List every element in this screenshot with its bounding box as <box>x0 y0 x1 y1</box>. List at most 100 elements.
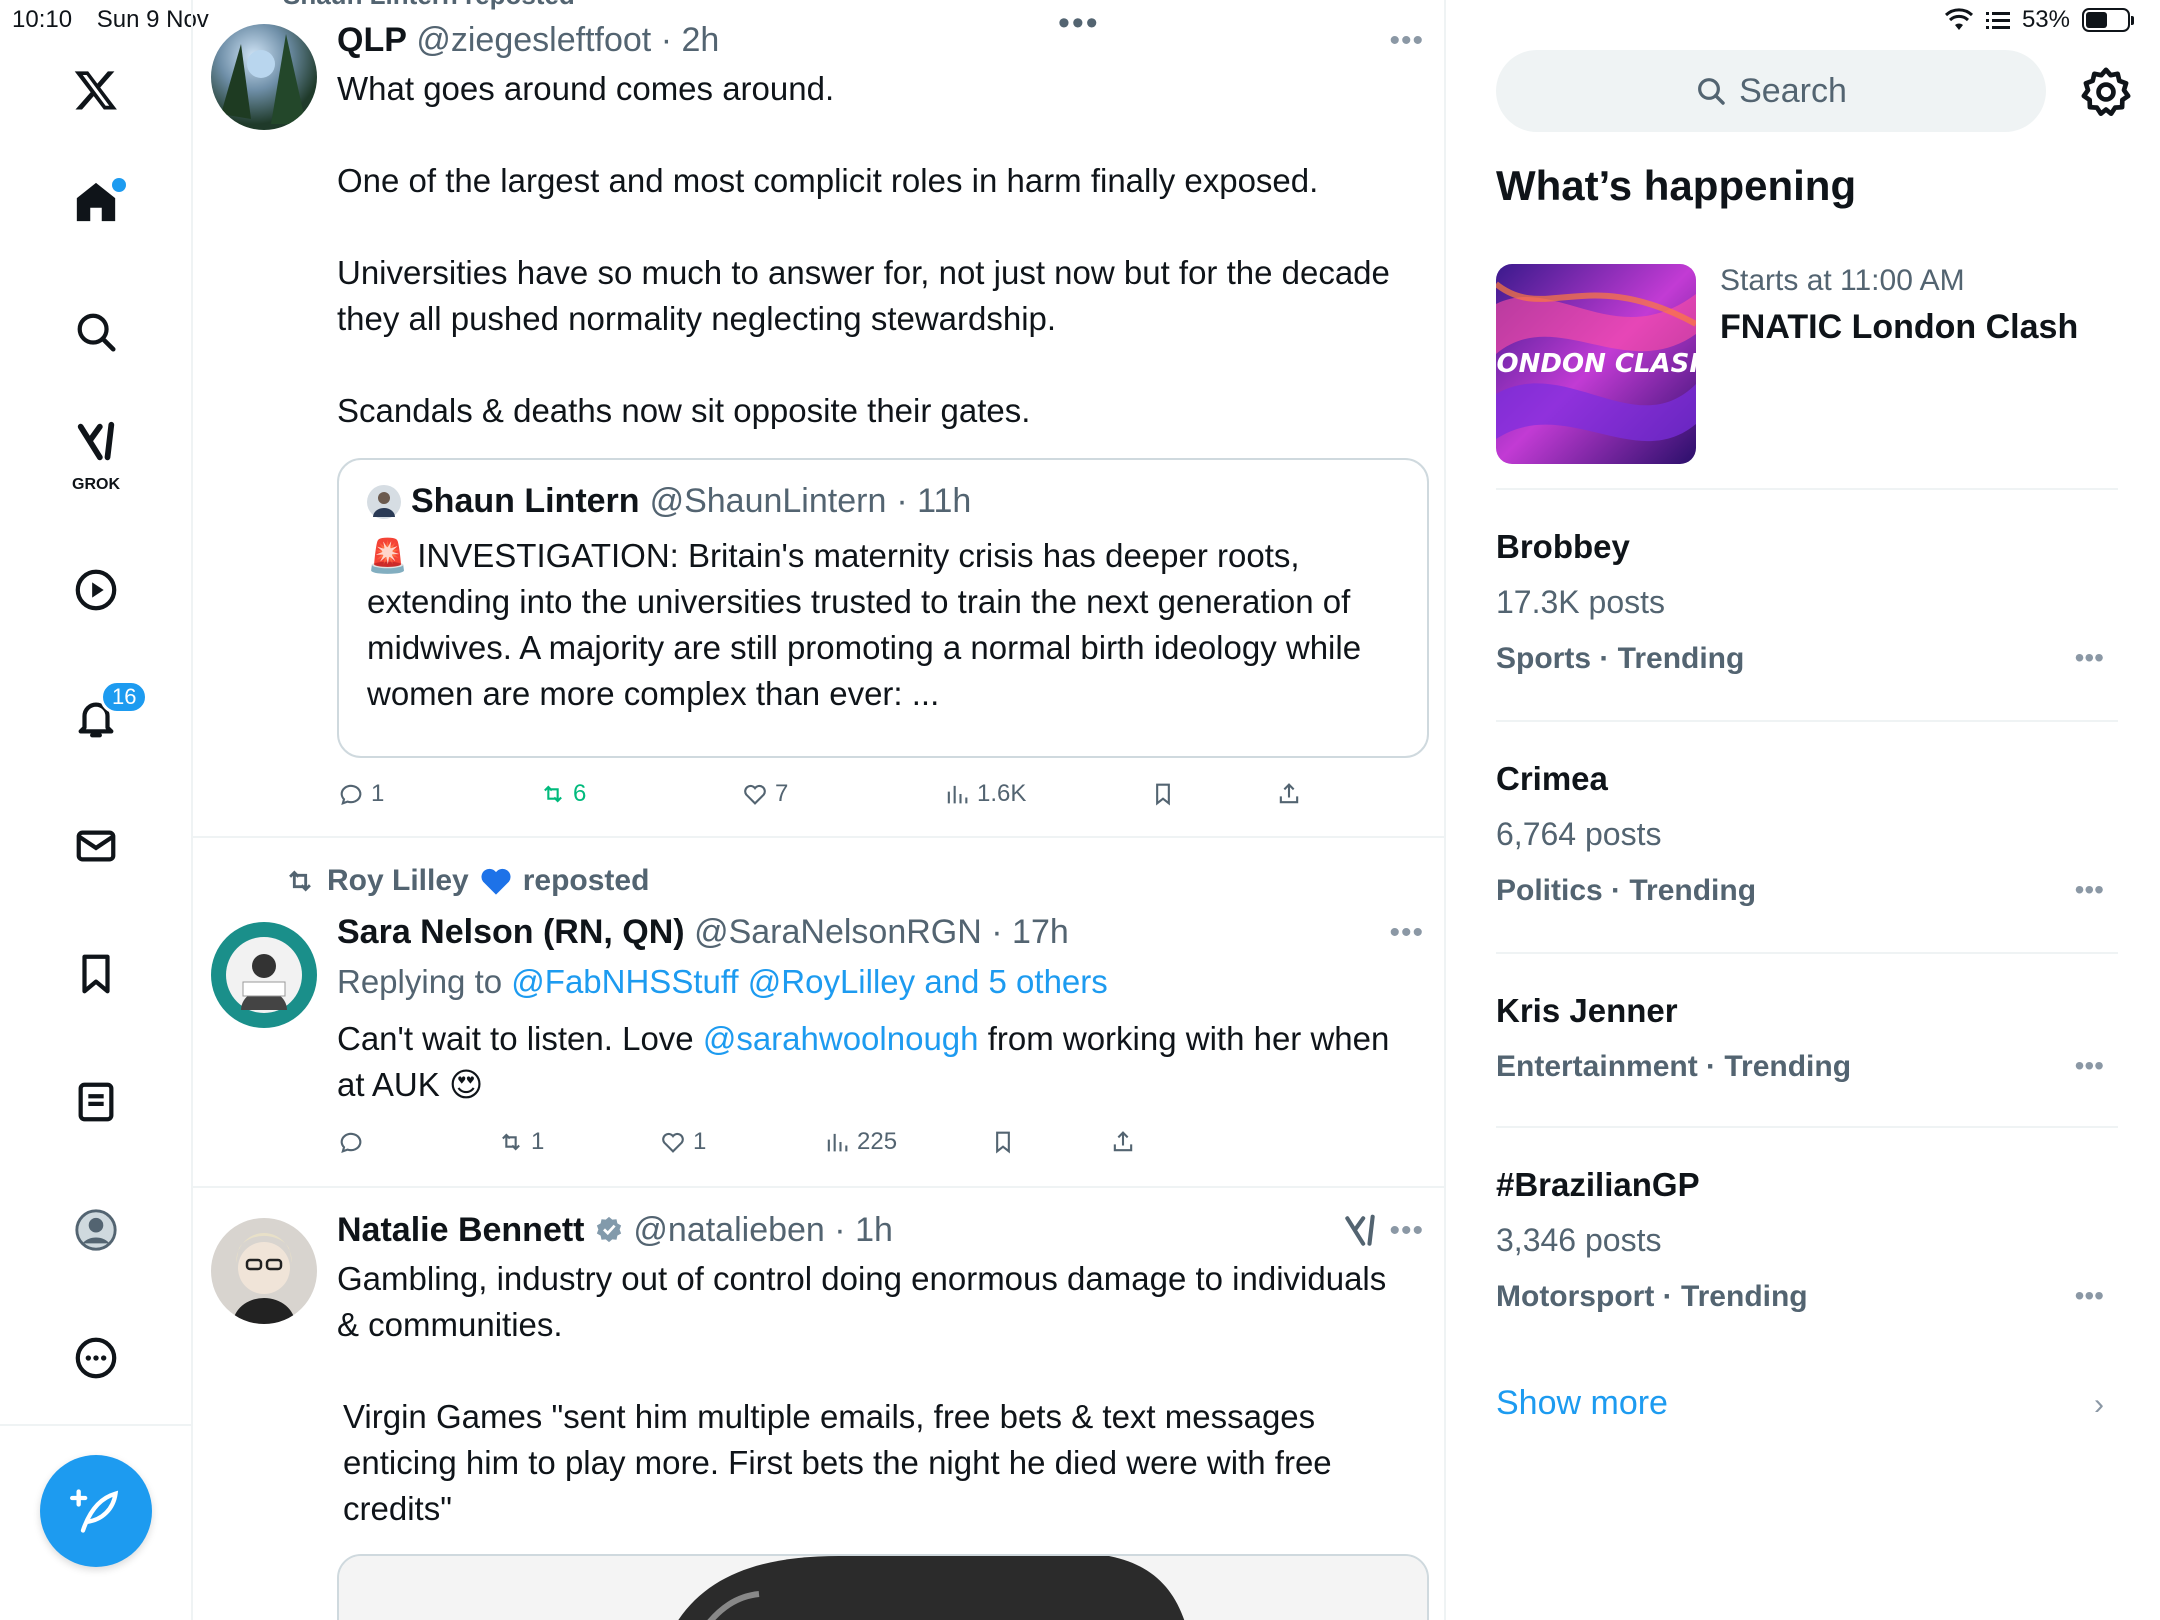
mail-icon <box>76 830 116 862</box>
display-name[interactable]: Natalie Bennett <box>337 1211 585 1249</box>
view-count: 225 <box>857 1128 898 1155</box>
avatar-icon <box>75 1209 117 1251</box>
compose-icon <box>70 1489 119 1533</box>
trend-more-icon[interactable]: ••• <box>2075 874 2104 906</box>
tweet-body: QLP @ziegesleftfoot · 2h What goes aroun… <box>337 18 1412 434</box>
avatar[interactable] <box>211 24 317 130</box>
reply-button[interactable]: 1 <box>337 780 384 808</box>
trend-item[interactable]: Kris Jenner Entertainment · Trending ••• <box>1496 954 2118 1128</box>
sidebar-item-notifications[interactable]: 16 <box>48 670 149 766</box>
tweet-text: Can't wait to listen. Love @sarahwoolnou… <box>337 1016 1412 1108</box>
tweet-media[interactable] <box>337 1554 1429 1620</box>
trend-more-icon[interactable]: ••• <box>2075 1050 2104 1082</box>
sidebar-item-explore[interactable] <box>48 284 144 380</box>
bookmark-button[interactable] <box>1149 780 1177 808</box>
quote-display-name[interactable]: Shaun Lintern <box>411 482 640 521</box>
quote-handle[interactable]: @ShaunLintern <box>650 482 887 521</box>
timestamp[interactable]: · 17h <box>991 913 1069 951</box>
sidebar-item-profile[interactable] <box>48 1182 144 1278</box>
search-input[interactable]: Search <box>1496 50 2046 132</box>
avatar[interactable] <box>211 922 317 1028</box>
timestamp[interactable]: · 1h <box>834 1211 893 1249</box>
quote-avatar <box>367 484 401 519</box>
tweet-paragraph: Virgin Games "sent him multiple emails, … <box>343 1398 1332 1527</box>
tweet[interactable]: Roy Lilley reposted Sara Nelson (RN, QN)… <box>193 838 1444 1188</box>
event-subtitle: Starts at 11:00 AM <box>1720 264 1965 297</box>
display-name[interactable]: Sara Nelson (RN, QN) <box>337 913 685 951</box>
mention-link[interactable]: @sarahwoolnough <box>703 1020 979 1057</box>
repost-by[interactable]: Roy Lilley <box>327 864 469 898</box>
trend-name: #BrazilianGP <box>1496 1166 1700 1203</box>
repost-button[interactable]: 1 <box>497 1128 544 1156</box>
repost-icon <box>502 1133 520 1151</box>
views-icon <box>947 785 968 804</box>
sidebar-item-lists[interactable] <box>48 1054 144 1150</box>
tweet[interactable]: Shaun Lintern reposted QLP @ziegesleftfo… <box>193 0 1444 838</box>
list-icon <box>78 1082 114 1122</box>
sidebar-item-messages[interactable] <box>48 798 144 894</box>
reply-icon <box>340 784 362 806</box>
trend-item[interactable]: #BrazilianGP 3,346 posts Motorsport · Tr… <box>1496 1128 2118 1360</box>
trend-item[interactable]: Brobbey 17.3K posts Sports · Trending ••… <box>1496 490 2118 722</box>
trend-name: Brobbey <box>1496 528 1630 565</box>
event-artwork: LONDON CLASH <box>1496 264 1696 464</box>
reply-button[interactable] <box>337 1128 371 1156</box>
show-more-link[interactable]: Show more <box>1496 1384 1668 1423</box>
tweet-header: Natalie Bennett @natalieben · 1h <box>337 1208 1412 1252</box>
media-image <box>339 1556 1427 1620</box>
like-button[interactable]: 1 <box>659 1128 706 1156</box>
tweet-paragraph: Gambling, industry out of control doing … <box>337 1260 1387 1343</box>
trend-item[interactable]: Crimea 6,764 posts Politics · Trending •… <box>1496 722 2118 954</box>
event-card[interactable]: LONDON CLASH Starts at 11:00 AM FNATIC L… <box>1496 264 2118 490</box>
sidebar-item-more[interactable] <box>48 1310 144 1406</box>
tweet-more-icon[interactable]: ••• <box>1389 916 1424 950</box>
sidebar-item-bookmarks[interactable] <box>48 926 144 1022</box>
tweet[interactable]: Natalie Bennett @natalieben · 1h Gamblin… <box>193 1188 1444 1620</box>
tweet-more-icon[interactable]: ••• <box>1389 1214 1424 1248</box>
repost-button[interactable]: 6 <box>539 780 586 808</box>
like-button[interactable]: 7 <box>741 780 788 808</box>
share-button[interactable] <box>1109 1128 1137 1156</box>
views-button[interactable]: 1.6K <box>943 780 1026 808</box>
search-placeholder: Search <box>1739 71 1847 110</box>
handle[interactable]: @SaraNelsonRGN <box>694 913 982 951</box>
sidebar-item-video[interactable] <box>48 542 144 638</box>
compose-button[interactable] <box>40 1455 152 1567</box>
trend-posts: 3,346 posts <box>1496 1222 1662 1258</box>
display-name[interactable]: QLP <box>337 21 407 59</box>
tweet-more-icon[interactable]: ••• <box>1389 24 1424 58</box>
quoted-tweet[interactable]: Shaun Lintern @ShaunLintern · 11h 🚨 INVE… <box>337 458 1429 758</box>
gear-icon[interactable] <box>2078 64 2134 120</box>
trend-more-icon[interactable]: ••• <box>2075 642 2104 674</box>
trend-posts: 6,764 posts <box>1496 816 1662 852</box>
trend-category: Sports · Trending <box>1496 642 1745 675</box>
x-logo-icon[interactable] <box>48 42 144 138</box>
tweet-paragraph: What goes around comes around. <box>337 70 835 107</box>
timestamp[interactable]: · 2h <box>661 21 720 59</box>
repost-icon <box>289 870 311 892</box>
quote-header: Shaun Lintern @ShaunLintern · 11h <box>367 482 1399 521</box>
replying-to-link[interactable]: @FabNHSStuff @RoyLilley and 5 others <box>511 963 1108 1000</box>
replying-to: Replying to @FabNHSStuff @RoyLilley and … <box>337 960 1412 1004</box>
blue-heart-icon <box>481 868 511 895</box>
trend-posts: 17.3K posts <box>1496 584 1665 620</box>
handle[interactable]: @natalieben <box>633 1211 824 1249</box>
avatar[interactable] <box>211 1218 317 1324</box>
tweet-text: What goes around comes around. One of th… <box>337 66 1412 434</box>
repost-label: Shaun Lintern reposted <box>283 0 575 11</box>
nurse-badge-avatar <box>226 937 302 1013</box>
grok-icon[interactable] <box>1341 1212 1379 1250</box>
sidebar-item-grok[interactable]: GROK <box>48 404 144 500</box>
trend-name: Crimea <box>1496 760 1608 797</box>
tweet-body: Sara Nelson (RN, QN) @SaraNelsonRGN · 17… <box>337 910 1412 1108</box>
bookmark-icon <box>996 1131 1010 1154</box>
views-button[interactable]: 225 <box>823 1128 897 1156</box>
sidebar-item-home[interactable] <box>48 154 144 250</box>
bookmark-button[interactable] <box>989 1128 1017 1156</box>
handle[interactable]: @ziegesleftfoot <box>416 21 651 59</box>
chevron-right-icon[interactable]: › <box>2094 1388 2104 1422</box>
event-image: LONDON CLASH <box>1496 264 1696 464</box>
trend-more-icon[interactable]: ••• <box>2075 1280 2104 1312</box>
search-icon <box>77 313 116 352</box>
share-button[interactable] <box>1275 780 1303 808</box>
